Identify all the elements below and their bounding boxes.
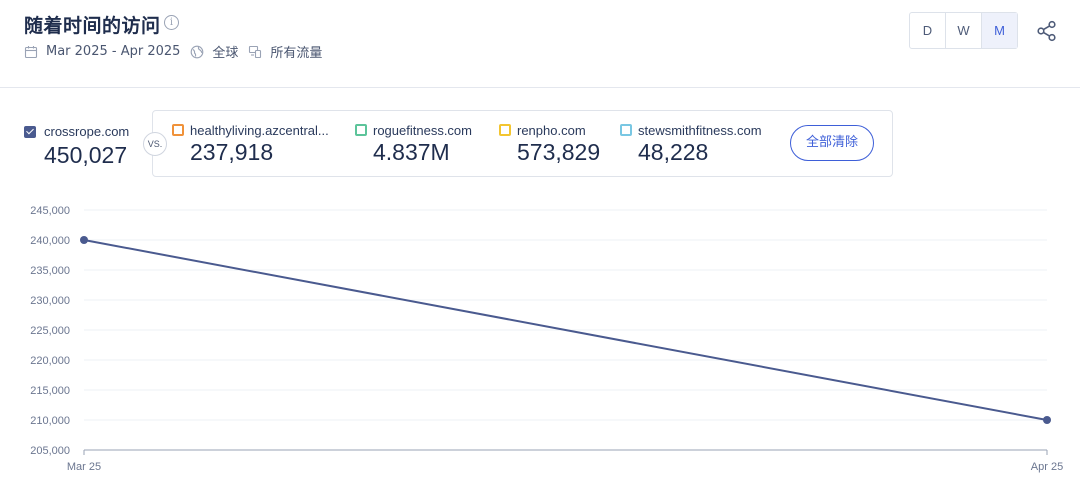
date-range[interactable]: Mar 2025 - Apr 2025 [24, 44, 180, 59]
competitor-domain: healthyliving.azcentral... [190, 123, 329, 138]
granularity-toggle: D W M [909, 12, 1018, 49]
traffic-filter[interactable]: 所有流量 [248, 42, 322, 61]
y-tick-label: 225,000 [30, 325, 70, 337]
competitor-value: 573,829 [517, 139, 601, 165]
y-tick-label: 210,000 [30, 415, 70, 427]
region-filter[interactable]: 全球 [190, 42, 238, 61]
calendar-icon [24, 45, 38, 58]
y-axis: 205,000 210,000 215,000 220,000 225,000 230,0… [30, 205, 70, 457]
primary-site-domain: crossrope.com [44, 124, 130, 139]
primary-site-checkbox[interactable] [24, 126, 36, 138]
competitor-checkbox[interactable] [499, 124, 511, 136]
chart-grid [84, 209, 1047, 421]
competitor-domain: roguefitness.com [373, 123, 472, 138]
devices-icon [249, 45, 262, 58]
granularity-day-button[interactable]: D [910, 13, 946, 48]
competitor-checkbox[interactable] [172, 124, 184, 136]
competitor-value: 4.837M [373, 139, 450, 165]
share-icon[interactable] [1036, 20, 1058, 42]
clear-all-button[interactable]: 全部清除 [790, 125, 874, 161]
y-tick-label: 205,000 [30, 445, 70, 457]
globe-icon [191, 45, 204, 58]
traffic-line-chart: 205,000 210,000 215,000 220,000 225,000 230,0… [30, 205, 1063, 473]
competitor-value: 48,228 [638, 139, 709, 165]
primary-site-value: 450,027 [44, 142, 128, 168]
y-tick-label: 230,000 [30, 295, 70, 307]
vs-badge: VS. [143, 132, 167, 156]
header: 随着时间的访问 i Mar 2025 - Apr 2025 全球 所有流量 D … [0, 0, 1080, 88]
y-tick-label: 235,000 [30, 265, 70, 277]
info-icon[interactable]: i [164, 15, 179, 30]
competitor-domain: renpho.com [517, 123, 586, 138]
granularity-week-button[interactable]: W [946, 13, 982, 48]
granularity-month-button[interactable]: M [982, 13, 1017, 48]
competitors-panel: healthyliving.azcentral... 237,918 rogue… [152, 110, 893, 177]
data-point [80, 236, 88, 244]
x-tick-label: Apr 25 [1031, 461, 1063, 473]
data-point [1043, 416, 1051, 424]
filter-meta: Mar 2025 - Apr 2025 全球 所有流量 [24, 42, 332, 61]
x-axis: Mar 25 Apr 25 [67, 449, 1063, 473]
competitor-checkbox[interactable] [620, 124, 632, 136]
date-range-label: Mar 2025 - Apr 2025 [46, 44, 181, 59]
page-title: 随着时间的访问 [24, 15, 161, 37]
y-tick-label: 240,000 [30, 235, 70, 247]
x-tick-label: Mar 25 [67, 461, 101, 473]
y-tick-label: 245,000 [30, 205, 70, 217]
y-tick-label: 215,000 [30, 385, 70, 397]
competitor-domain: stewsmithfitness.com [638, 123, 762, 138]
y-tick-label: 220,000 [30, 355, 70, 367]
region-label: 全球 [212, 46, 239, 61]
traffic-label: 所有流量 [270, 46, 323, 61]
competitor-checkbox[interactable] [355, 124, 367, 136]
competitor-value: 237,918 [190, 139, 274, 165]
